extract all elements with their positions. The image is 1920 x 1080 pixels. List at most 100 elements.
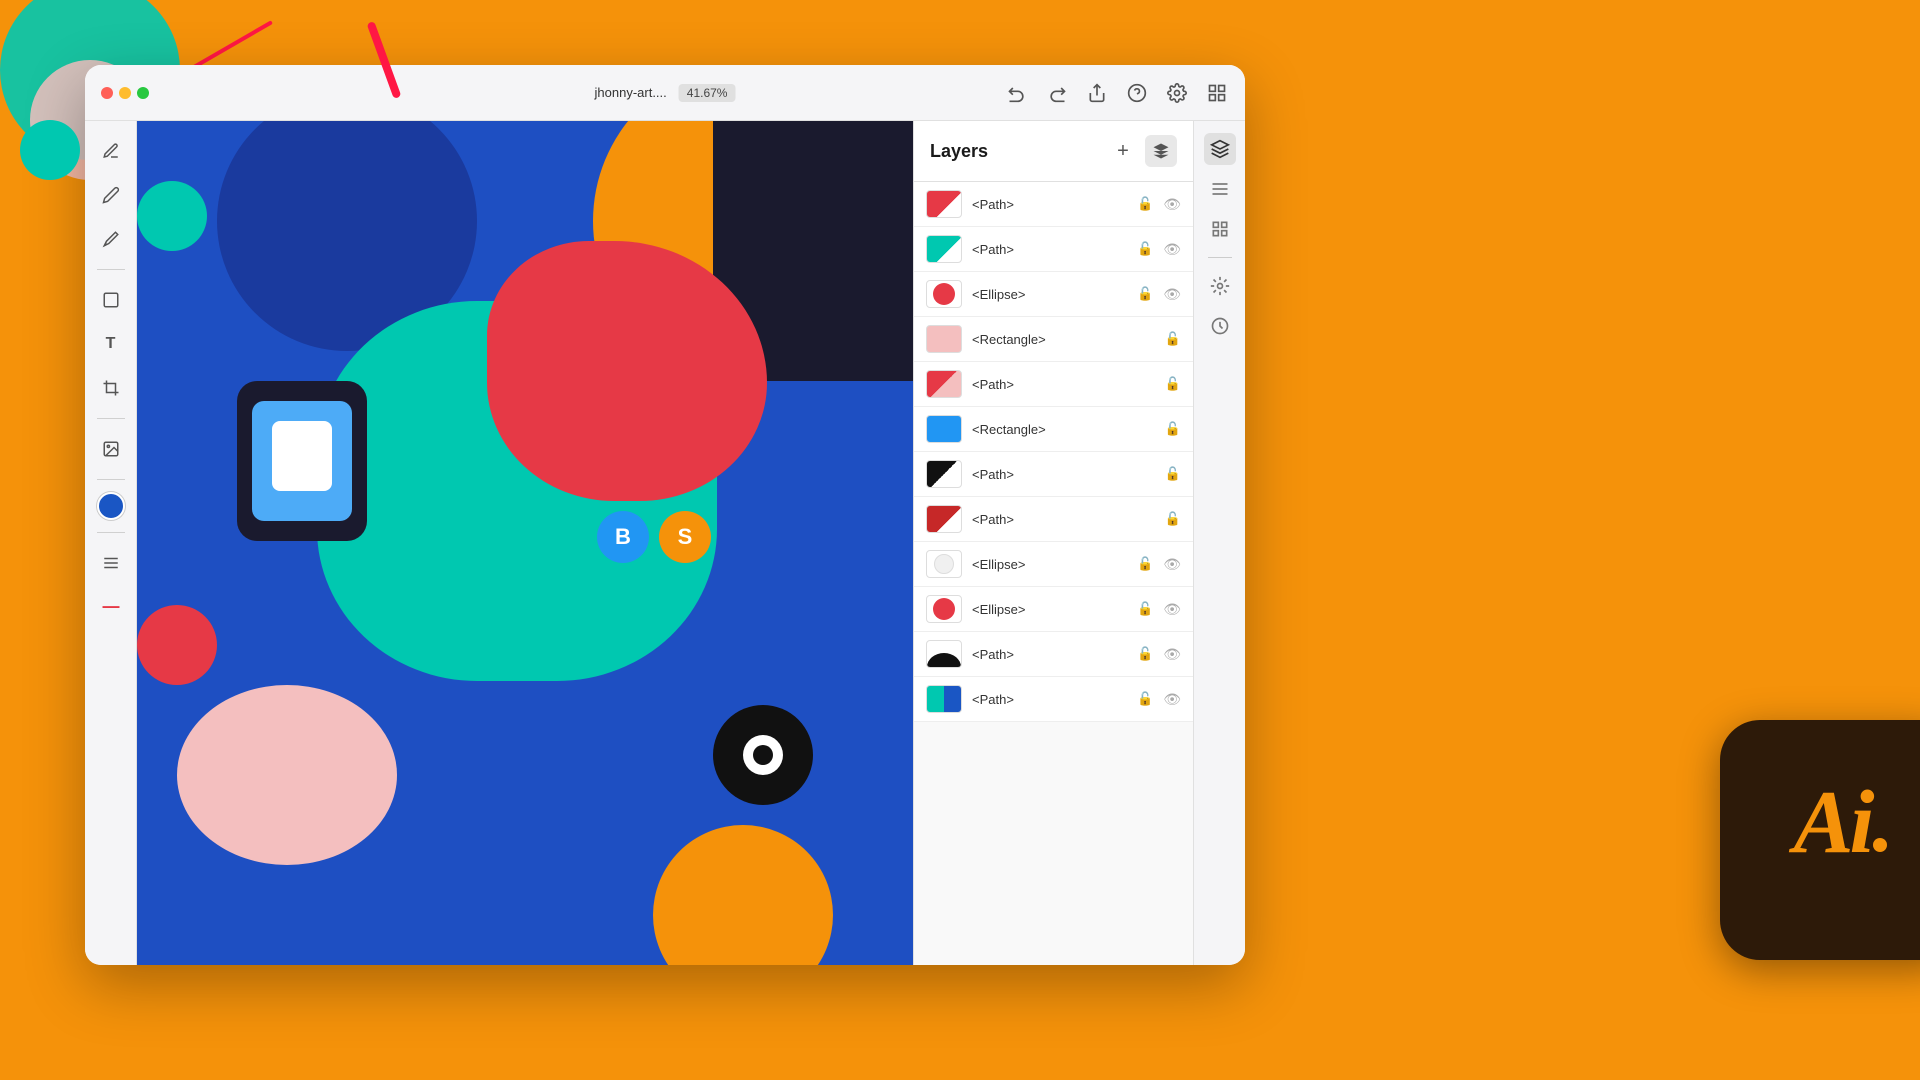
right-panel: Layers + <Path> 🔓 👁 (913, 121, 1193, 965)
crop-tool-button[interactable] (93, 370, 129, 406)
eye-icon[interactable]: 👁 (1163, 241, 1181, 258)
lock-icon[interactable]: 🔓 (1137, 601, 1153, 617)
layer-name: <Path> (972, 242, 1127, 257)
ai-badge: A i (1720, 720, 1920, 960)
layer-name: <Path> (972, 647, 1127, 662)
title-bar: jhonny-art.... 41.67% (85, 65, 1245, 121)
layer-thumb (926, 505, 962, 533)
canvas-illustration: B S (137, 121, 913, 965)
shape-black-circle (713, 705, 813, 805)
layer-name: <Ellipse> (972, 602, 1127, 617)
undo-button[interactable] (1005, 81, 1029, 105)
pen-tool-button[interactable] (93, 133, 129, 169)
ai-dot (1873, 838, 1887, 852)
layer-item[interactable]: <Path> 🔓 👁 (914, 182, 1193, 227)
pencil-tool-button[interactable] (93, 177, 129, 213)
redo-button[interactable] (1045, 81, 1069, 105)
add-layer-button[interactable]: + (1109, 137, 1137, 165)
shape-red-small (137, 605, 217, 685)
lock-icon[interactable]: 🔓 (1137, 286, 1153, 302)
layer-item[interactable]: <Rectangle> 🔓 (914, 407, 1193, 452)
layer-thumb (926, 460, 962, 488)
layer-name: <Rectangle> (972, 332, 1155, 347)
share-button[interactable] (1085, 81, 1109, 105)
layer-item[interactable]: <Path> 🔓 👁 (914, 632, 1193, 677)
history-panel-tab[interactable] (1204, 310, 1236, 342)
layer-name: <Rectangle> (972, 422, 1155, 437)
badge-b: B (597, 511, 649, 563)
personas-button[interactable] (1205, 81, 1229, 105)
color-swatch[interactable] (97, 492, 125, 520)
image-tool-button[interactable] (93, 431, 129, 467)
layer-item[interactable]: <Path> 🔓 (914, 497, 1193, 542)
toolbar-divider-3 (97, 479, 125, 480)
eye-icon[interactable]: 👁 (1163, 601, 1181, 618)
ai-letter-i: i (1850, 778, 1871, 868)
lock-icon[interactable]: 🔓 (1137, 556, 1153, 572)
zoom-badge[interactable]: 41.67% (679, 84, 736, 102)
lock-icon[interactable]: 🔓 (1137, 196, 1153, 212)
layer-thumb (926, 415, 962, 443)
eye-icon[interactable]: 👁 (1163, 196, 1181, 213)
content-area: T (85, 121, 1245, 965)
shape-pink-blob (177, 685, 397, 865)
effects-panel-tab[interactable] (1204, 270, 1236, 302)
eye-icon[interactable]: 👁 (1163, 556, 1181, 573)
eye-icon[interactable]: 👁 (1163, 691, 1181, 708)
layers-panel-tab[interactable] (1204, 133, 1236, 165)
lock-icon[interactable]: 🔓 (1165, 511, 1181, 527)
layer-name: <Path> (972, 467, 1155, 482)
help-button[interactable] (1125, 81, 1149, 105)
minimize-light[interactable] (119, 87, 131, 99)
layer-item[interactable]: <Ellipse> 🔓 👁 (914, 542, 1193, 587)
deco-small-teal (20, 120, 80, 180)
lock-icon[interactable]: 🔓 (1137, 691, 1153, 707)
file-name: jhonny-art.... (595, 85, 667, 100)
close-light[interactable] (101, 87, 113, 99)
right-side-icons (1193, 121, 1245, 965)
badge-s: S (659, 511, 711, 563)
properties-panel-tab[interactable] (1204, 173, 1236, 205)
layer-thumb (926, 280, 962, 308)
layer-item[interactable]: <Path> 🔓 👁 (914, 227, 1193, 272)
maximize-light[interactable] (137, 87, 149, 99)
layer-name: <Path> (972, 512, 1155, 527)
ai-letter-a: A (1793, 778, 1849, 868)
layer-name: <Ellipse> (972, 557, 1127, 572)
layer-item[interactable]: <Path> 🔓 (914, 362, 1193, 407)
eye-icon[interactable]: 👁 (1163, 286, 1181, 303)
stroke-tool-button[interactable] (85, 582, 136, 633)
layer-item[interactable]: <Ellipse> 🔓 👁 (914, 272, 1193, 317)
library-panel-tab[interactable] (1204, 213, 1236, 245)
layer-thumb (926, 595, 962, 623)
align-tool-button[interactable] (93, 545, 129, 581)
eye-icon[interactable]: 👁 (1163, 646, 1181, 663)
layer-name: <Path> (972, 692, 1127, 707)
title-bar-right (1005, 81, 1229, 105)
left-toolbar: T (85, 121, 137, 965)
layer-item[interactable]: <Path> 🔓 (914, 452, 1193, 497)
type-tool-button[interactable]: T (93, 326, 129, 362)
side-divider (1208, 257, 1232, 258)
lock-icon[interactable]: 🔓 (1165, 376, 1181, 392)
lock-icon[interactable]: 🔓 (1137, 241, 1153, 257)
toolbar-divider-4 (97, 532, 125, 533)
settings-button[interactable] (1165, 81, 1189, 105)
traffic-lights (101, 87, 149, 99)
rectangle-tool-button[interactable] (93, 282, 129, 318)
layer-item[interactable]: <Path> 🔓 👁 (914, 677, 1193, 722)
lock-icon[interactable]: 🔓 (1165, 466, 1181, 482)
lock-icon[interactable]: 🔓 (1165, 331, 1181, 347)
layers-panel-icon[interactable] (1145, 135, 1177, 167)
layer-item[interactable]: <Rectangle> 🔓 (914, 317, 1193, 362)
shape-teal-small (137, 181, 207, 251)
layer-thumb (926, 685, 962, 713)
brush-tool-button[interactable] (93, 221, 129, 257)
ai-logo-text: A i (1793, 778, 1886, 902)
lock-icon[interactable]: 🔓 (1165, 421, 1181, 437)
canvas-area[interactable]: B S (137, 121, 913, 965)
layers-header: Layers + (914, 121, 1193, 182)
lock-icon[interactable]: 🔓 (1137, 646, 1153, 662)
layer-item[interactable]: <Ellipse> 🔓 👁 (914, 587, 1193, 632)
layer-thumb (926, 370, 962, 398)
